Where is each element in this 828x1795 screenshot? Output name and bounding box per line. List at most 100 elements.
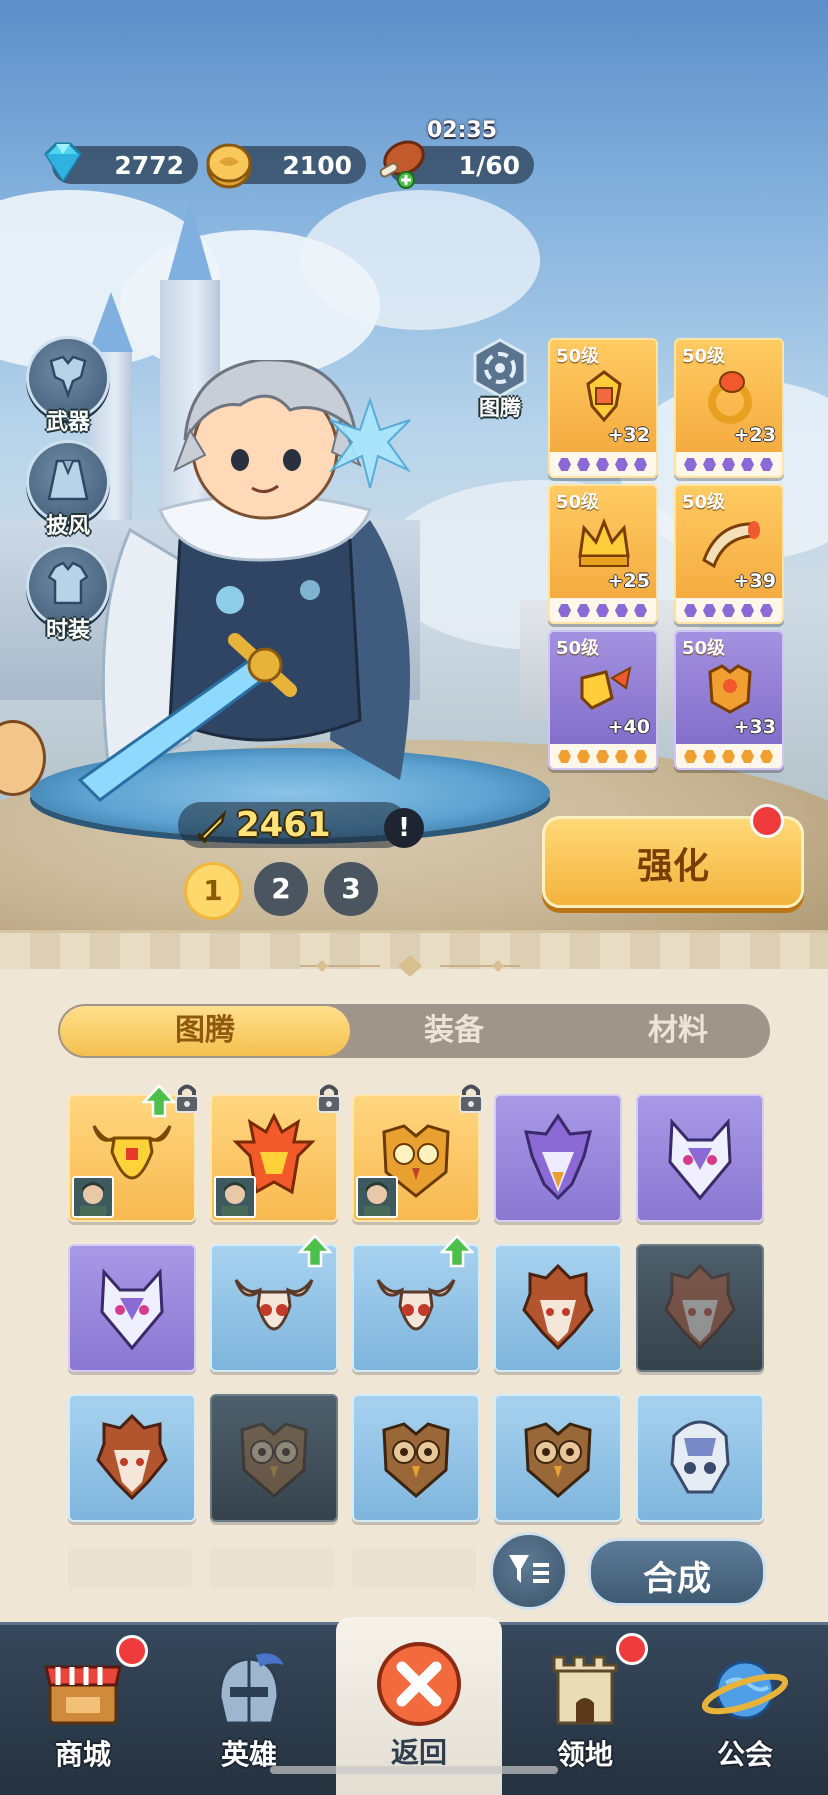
equipment-level: 50级 bbox=[556, 346, 600, 367]
equipment-slot[interactable]: 50级 +32 bbox=[548, 338, 658, 478]
tab-materials[interactable]: 材料 bbox=[588, 1004, 768, 1058]
star-pip bbox=[703, 458, 716, 471]
home-indicator bbox=[270, 1766, 558, 1774]
nav-guild[interactable]: 公会 bbox=[662, 1625, 828, 1795]
castle-roof bbox=[89, 292, 133, 352]
owl-wood-icon bbox=[524, 1422, 592, 1498]
totem-tile[interactable] bbox=[494, 1244, 622, 1372]
bird-skull-icon bbox=[522, 1263, 594, 1351]
star-pip bbox=[577, 750, 590, 763]
lock-icon[interactable] bbox=[314, 1082, 344, 1114]
totem-tile[interactable] bbox=[636, 1244, 764, 1372]
close-x-icon bbox=[377, 1642, 461, 1726]
equipment-slot[interactable]: 50级 +39 bbox=[674, 484, 784, 624]
inventory-tabs: 图腾 装备 材料 bbox=[58, 1004, 770, 1058]
tab-totem[interactable]: 图腾 bbox=[60, 1006, 350, 1056]
cape-label: 披风 bbox=[45, 514, 90, 539]
star-pip bbox=[684, 604, 697, 617]
star-pip bbox=[722, 458, 735, 471]
totem-tile[interactable] bbox=[68, 1084, 199, 1222]
bird-skull-icon bbox=[664, 1263, 736, 1351]
totem-tile[interactable] bbox=[636, 1094, 764, 1222]
nav-back-label: 返回 bbox=[390, 1736, 447, 1769]
equipped-hero-avatar bbox=[72, 1176, 114, 1218]
ring-icon bbox=[708, 371, 752, 424]
equipment-star-bar bbox=[550, 744, 656, 768]
equipment-star-bar bbox=[550, 452, 656, 476]
equipment-slot[interactable]: 50级 +25 bbox=[548, 484, 658, 624]
lock-icon[interactable] bbox=[172, 1082, 202, 1114]
star-pip bbox=[615, 750, 628, 763]
totem-tile[interactable] bbox=[494, 1394, 622, 1522]
stone-skull-icon bbox=[670, 1420, 730, 1494]
star-pip bbox=[722, 750, 735, 763]
filter-button[interactable] bbox=[490, 1532, 568, 1610]
equipment-enhance-level: +23 bbox=[733, 424, 776, 446]
equipment-slot[interactable]: 50级 +33 bbox=[674, 630, 784, 770]
star-pip bbox=[634, 458, 647, 471]
stamina-value: 1/60 bbox=[458, 151, 520, 180]
equipment-slot[interactable]: 50级 +23 bbox=[674, 338, 784, 478]
star-pip bbox=[760, 458, 773, 471]
loadout-page-1[interactable]: 1 bbox=[184, 862, 242, 920]
bird-skull-icon bbox=[96, 1413, 168, 1501]
owl-wood-icon bbox=[240, 1422, 308, 1498]
star-pip bbox=[634, 604, 647, 617]
totem-tile[interactable] bbox=[352, 1084, 483, 1222]
castle-icon bbox=[552, 1655, 618, 1725]
nav-shop-label: 商城 bbox=[54, 1738, 111, 1771]
star-pip bbox=[684, 750, 697, 763]
tab-equipment[interactable]: 装备 bbox=[354, 1004, 554, 1058]
upgrade-arrow-icon bbox=[440, 1234, 474, 1268]
totem-tile[interactable] bbox=[352, 1394, 480, 1522]
star-pip bbox=[634, 750, 647, 763]
equipment-slot[interactable]: 50级 +40 bbox=[548, 630, 658, 770]
totem-tile[interactable] bbox=[210, 1394, 338, 1522]
upgrade-arrow-icon bbox=[298, 1234, 332, 1268]
costume-icon bbox=[47, 561, 89, 605]
totem-tile[interactable] bbox=[636, 1394, 764, 1522]
eagle-mask-icon bbox=[524, 1113, 592, 1201]
equipment-level: 50级 bbox=[556, 492, 600, 513]
star-pip bbox=[596, 458, 609, 471]
star-pip bbox=[684, 458, 697, 471]
star-pip bbox=[558, 604, 571, 617]
stamina-timer: 02:35 bbox=[427, 118, 498, 143]
equipped-hero-avatar bbox=[356, 1176, 398, 1218]
weapon-armor-icon bbox=[49, 355, 87, 399]
star-pip bbox=[615, 458, 628, 471]
totem-tile[interactable] bbox=[210, 1234, 338, 1372]
loadout-page-2[interactable]: 2 bbox=[254, 862, 308, 916]
combine-label: 合成 bbox=[643, 1559, 711, 1599]
panel-ornament bbox=[300, 955, 520, 977]
faded-tile bbox=[68, 1548, 192, 1588]
upgrade-arrow-icon bbox=[142, 1084, 176, 1118]
star-pip bbox=[741, 750, 754, 763]
power-value: 2461 bbox=[236, 805, 331, 845]
cloud bbox=[300, 190, 540, 330]
power-info-button[interactable]: ! bbox=[384, 808, 424, 848]
star-pip bbox=[558, 750, 571, 763]
nav-shop[interactable]: 商城 bbox=[0, 1625, 166, 1795]
horn-icon bbox=[702, 521, 760, 569]
totem-tile[interactable] bbox=[68, 1394, 196, 1522]
owl-wood-icon bbox=[382, 1422, 450, 1498]
star-pip bbox=[615, 604, 628, 617]
cape-icon bbox=[47, 459, 89, 501]
equipment-star-bar bbox=[676, 452, 782, 476]
hero-power: 2461 bbox=[178, 802, 408, 848]
totem-tile[interactable] bbox=[352, 1234, 480, 1372]
weapon-label: 武器 bbox=[45, 410, 90, 435]
gems-value: 2772 bbox=[114, 151, 184, 180]
coins-value: 2100 bbox=[282, 151, 352, 180]
totem-tile[interactable] bbox=[494, 1094, 622, 1222]
loadout-page-3[interactable]: 3 bbox=[324, 862, 378, 916]
lock-icon[interactable] bbox=[456, 1082, 486, 1114]
totem-tile[interactable] bbox=[210, 1084, 341, 1222]
gem-icon bbox=[44, 142, 82, 183]
meat-stamina-icon[interactable] bbox=[374, 136, 430, 192]
totem-tile[interactable] bbox=[68, 1244, 196, 1372]
combine-button[interactable]: 合成 bbox=[588, 1538, 766, 1606]
totem-swirl-icon[interactable] bbox=[470, 338, 530, 398]
equipment-enhance-level: +32 bbox=[607, 424, 650, 446]
